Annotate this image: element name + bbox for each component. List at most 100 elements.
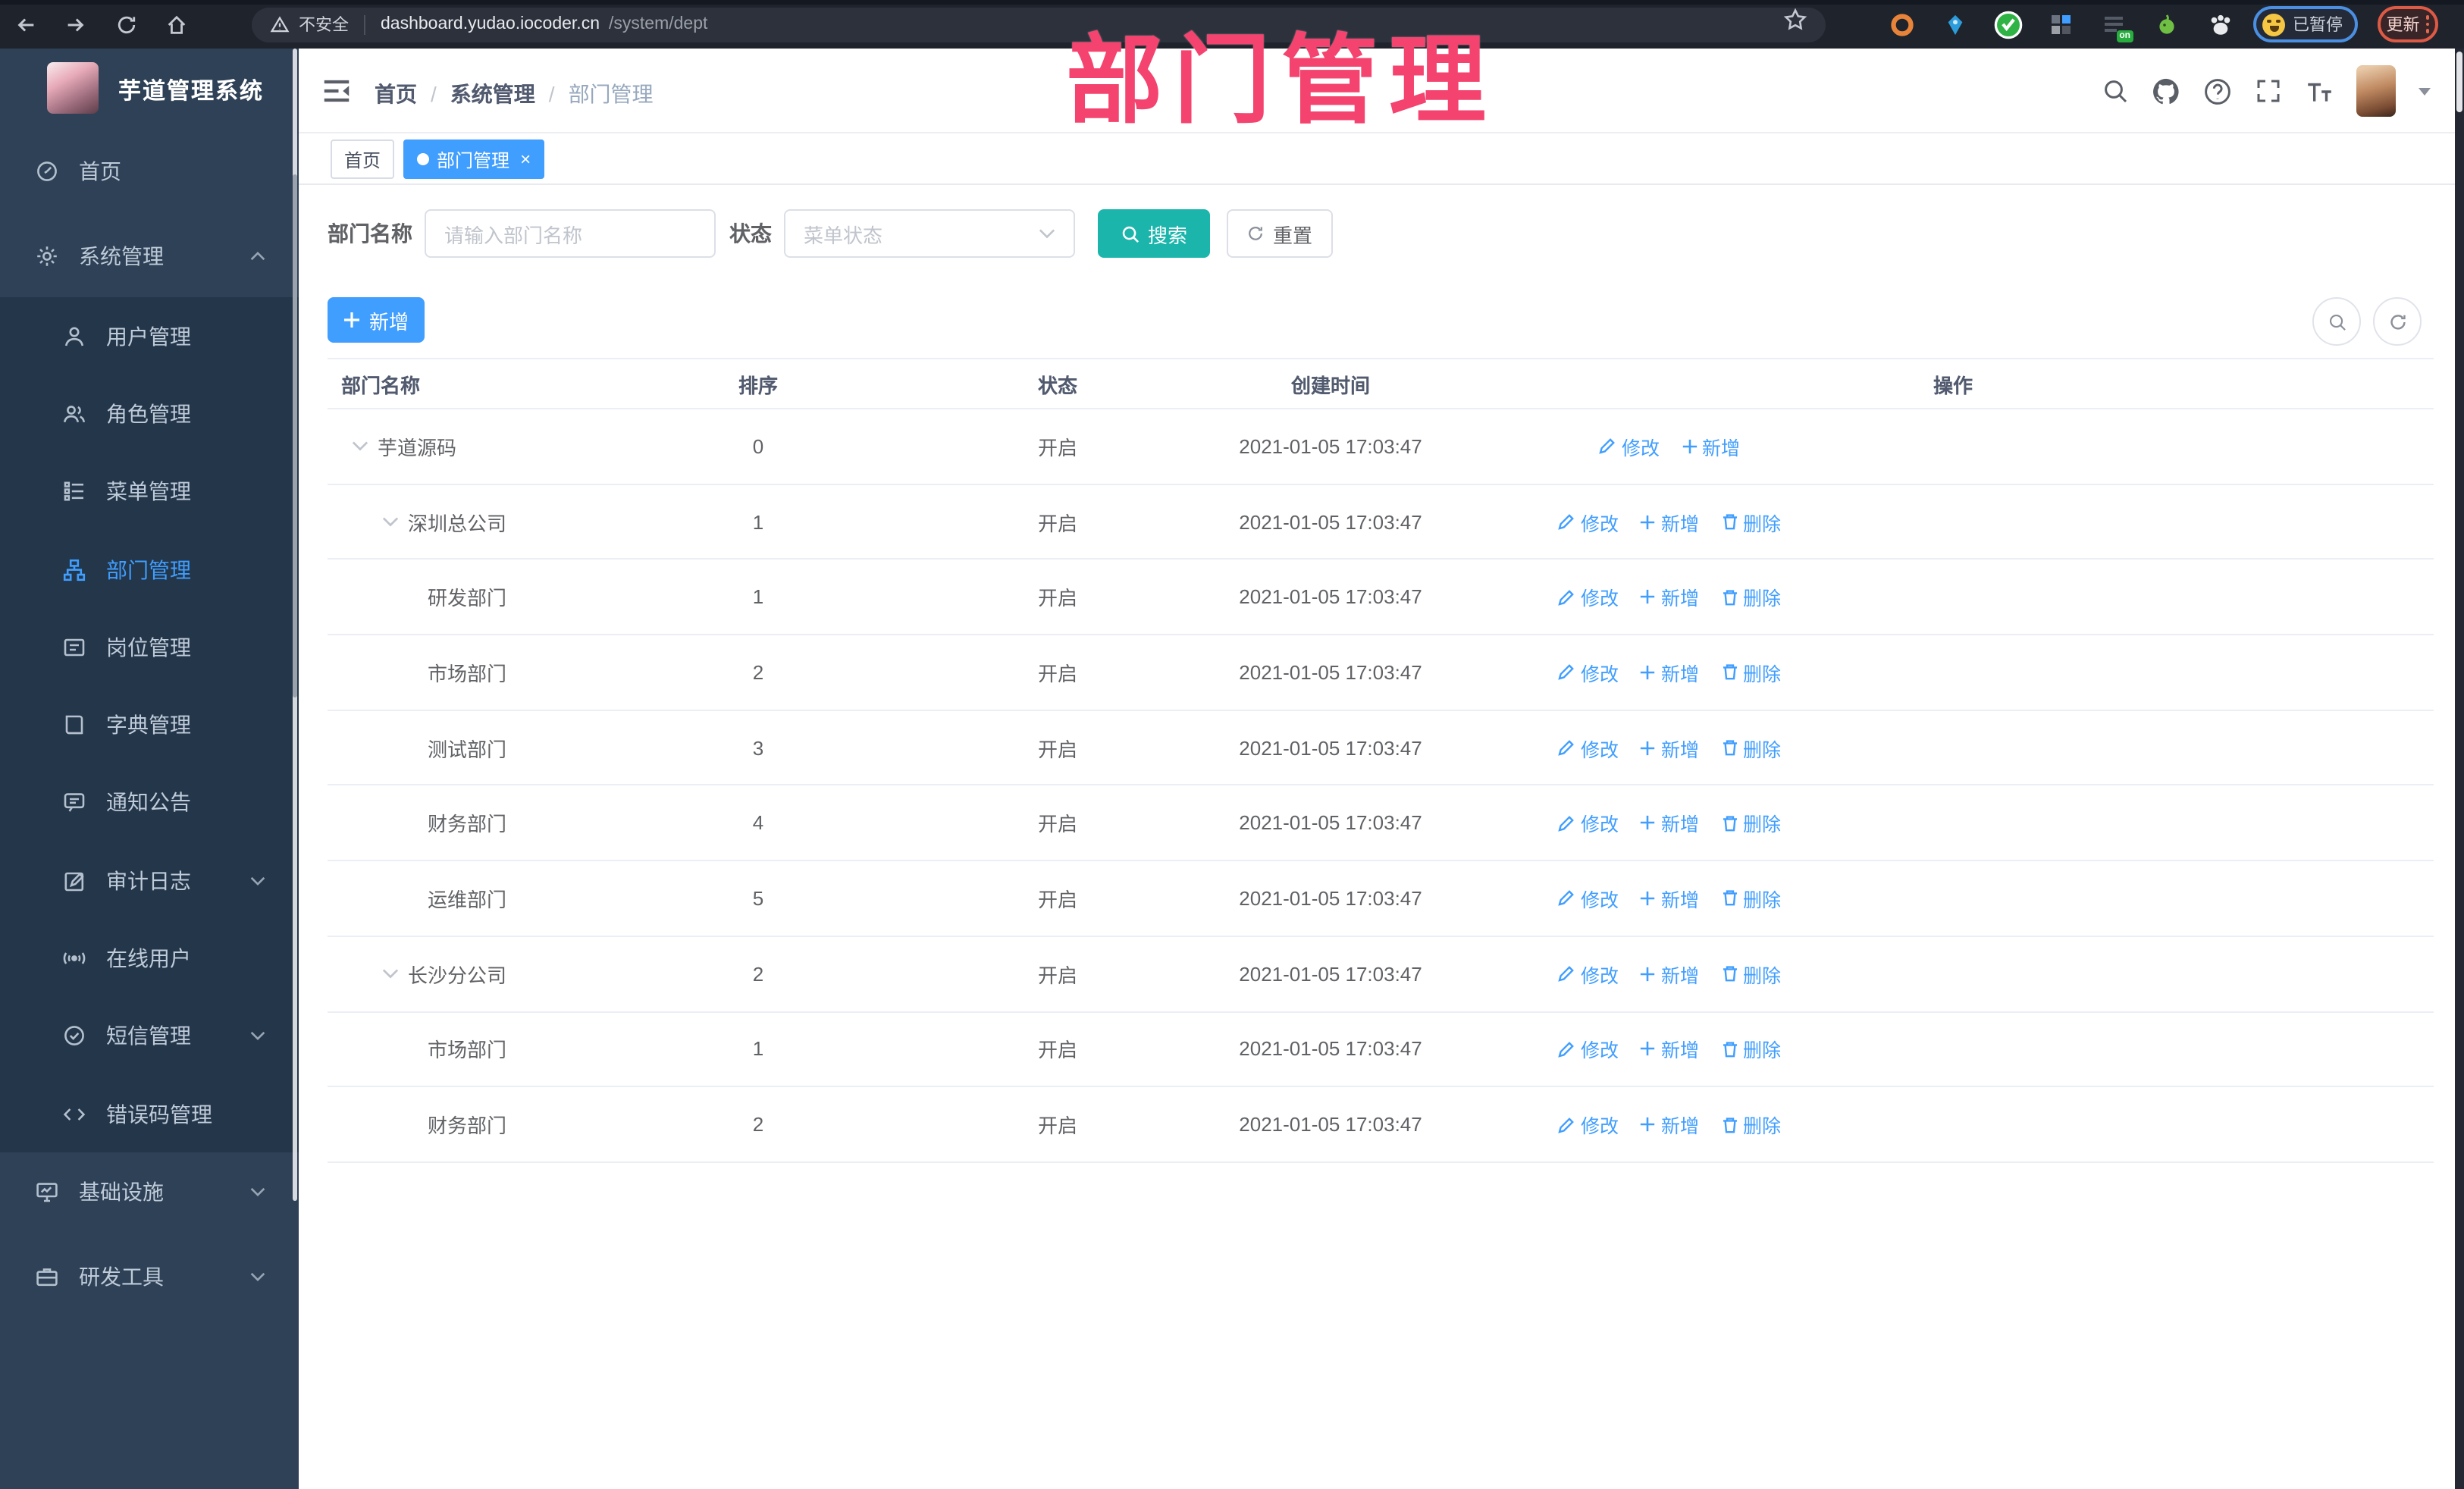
fullscreen-button[interactable]: [2255, 77, 2282, 105]
header-search-button[interactable]: [2102, 77, 2129, 105]
extension-green-creature[interactable]: [2150, 8, 2183, 41]
add-child-link[interactable]: 新增: [1640, 733, 1699, 762]
sidebar-item-online-users[interactable]: 在线用户: [0, 920, 299, 998]
delete-link[interactable]: 删除: [1720, 733, 1781, 762]
tab-home[interactable]: 首页: [331, 139, 395, 179]
extension-orange-ring[interactable]: [1885, 8, 1918, 41]
sidebar-item-departments[interactable]: 部门管理: [0, 531, 299, 609]
browser-update-button[interactable]: 更新: [2378, 6, 2438, 42]
table-toolbar: [2312, 297, 2422, 346]
dept-name-cell: 运维部门: [328, 861, 675, 935]
sidebar-item-error-codes[interactable]: 错误码管理: [0, 1075, 299, 1153]
url-path: /system/dept: [609, 15, 708, 33]
dept-name-cell: 长沙分公司: [328, 937, 675, 1011]
edit-link[interactable]: 修改: [1558, 959, 1619, 988]
sidebar-item-menus[interactable]: 菜单管理: [0, 453, 299, 531]
add-child-link[interactable]: 新增: [1640, 1035, 1699, 1064]
extension-switch-on[interactable]: on: [2097, 8, 2133, 42]
delete-link[interactable]: 删除: [1720, 1035, 1781, 1064]
delete-link[interactable]: 删除: [1720, 884, 1781, 913]
sidebar-item-sms[interactable]: 短信管理: [0, 997, 299, 1075]
search-button[interactable]: 搜索: [1098, 209, 1210, 258]
close-icon[interactable]: ×: [520, 150, 531, 168]
sidebar-item-audit-log[interactable]: 审计日志: [0, 842, 299, 920]
profile-paused-badge[interactable]: 已暂停: [2253, 6, 2358, 42]
edit-link[interactable]: 修改: [1558, 1035, 1619, 1064]
sidebar-scrollbar-thumb[interactable]: [293, 174, 297, 697]
expand-arrow-icon[interactable]: [382, 516, 399, 528]
add-child-link[interactable]: 新增: [1640, 959, 1699, 988]
add-child-link[interactable]: 新增: [1640, 658, 1699, 687]
sidebar-item-infrastructure[interactable]: 基础设施: [0, 1155, 299, 1230]
refresh-table-button[interactable]: [2373, 297, 2422, 346]
add-child-link[interactable]: 新增: [1640, 1110, 1699, 1139]
toggle-search-button[interactable]: [2312, 297, 2361, 346]
add-child-link[interactable]: 新增: [1681, 432, 1740, 461]
dept-name: 芋道源码: [378, 436, 457, 459]
browser-reload-button[interactable]: [108, 6, 144, 42]
edit-link[interactable]: 修改: [1558, 658, 1619, 687]
hamburger-icon: [324, 80, 350, 102]
add-child-link[interactable]: 新增: [1640, 582, 1699, 611]
edit-link[interactable]: 修改: [1558, 1110, 1619, 1139]
extension-blocks[interactable]: [2044, 8, 2077, 41]
add-child-link[interactable]: 新增: [1640, 507, 1699, 536]
delete-link[interactable]: 删除: [1720, 809, 1781, 838]
sidebar-item-users[interactable]: 用户管理: [0, 297, 299, 375]
sidebar-item-roles[interactable]: 角色管理: [0, 375, 299, 453]
browser-home-button[interactable]: [158, 6, 194, 42]
edit-link[interactable]: 修改: [1558, 582, 1619, 611]
delete-link[interactable]: 删除: [1720, 1110, 1781, 1139]
update-label: 更新: [2386, 17, 2420, 35]
sidebar-item-dev-tools[interactable]: 研发工具: [0, 1240, 299, 1315]
sidebar-scrollbar[interactable]: [293, 49, 297, 1201]
edit-link[interactable]: 修改: [1558, 809, 1619, 838]
browser-forward-button[interactable]: [56, 6, 92, 42]
github-button[interactable]: [2152, 77, 2180, 105]
bookmark-star-button[interactable]: [1783, 8, 1807, 32]
edit-link[interactable]: 修改: [1599, 432, 1660, 461]
sidebar-item-notice[interactable]: 通知公告: [0, 764, 299, 842]
table-row: 芋道源码 0 开启 2021-01-05 17:03:47 修改 新增: [328, 409, 2434, 485]
hamburger-button[interactable]: [321, 76, 352, 106]
extension-blue-pin[interactable]: [1938, 8, 1971, 41]
delete-link[interactable]: 删除: [1720, 658, 1781, 687]
expand-arrow-icon[interactable]: [382, 967, 399, 980]
sidebar-item-home[interactable]: 首页: [0, 133, 299, 209]
delete-link[interactable]: 删除: [1720, 582, 1781, 611]
browser-back-button[interactable]: [8, 6, 44, 42]
reset-button[interactable]: 重置: [1227, 209, 1333, 258]
add-child-link[interactable]: 新增: [1640, 809, 1699, 838]
user-avatar[interactable]: [2356, 65, 2396, 117]
sidebar-item-system[interactable]: 系统管理: [0, 218, 299, 294]
chevron-down-icon: [250, 876, 265, 886]
font-size-button[interactable]: [2305, 77, 2334, 105]
caret-down-icon[interactable]: [2419, 87, 2431, 95]
edit-link[interactable]: 修改: [1558, 507, 1619, 536]
status-select[interactable]: 菜单状态: [784, 209, 1075, 258]
scrollbar-thumb[interactable]: [2456, 52, 2462, 112]
address-bar[interactable]: 不安全 dashboard.yudao.iocoder.cn/system/de…: [252, 7, 1826, 42]
sidebar-menu: 首页 系统管理 用户管理 角色管理 菜单管理 部门管理 岗位管理 字典管理 通知…: [0, 133, 299, 1315]
dept-name-input[interactable]: 请输入部门名称: [425, 209, 716, 258]
add-child-link[interactable]: 新增: [1640, 884, 1699, 913]
trash-icon: [1723, 815, 1736, 831]
tab-dept-management[interactable]: 部门管理 ×: [403, 139, 545, 179]
help-button[interactable]: [2203, 77, 2232, 105]
sidebar-item-dict[interactable]: 字典管理: [0, 686, 299, 764]
breadcrumb-system[interactable]: 系统管理: [450, 79, 535, 109]
trash-icon: [1723, 1042, 1736, 1058]
refresh-icon: [2390, 314, 2405, 329]
extension-paw[interactable]: [2203, 8, 2237, 41]
delete-link[interactable]: 删除: [1720, 959, 1781, 988]
window-scrollbar[interactable]: [2455, 49, 2464, 1489]
edit-link[interactable]: 修改: [1558, 733, 1619, 762]
expand-arrow-icon[interactable]: [352, 440, 368, 453]
extension-green-check[interactable]: [1991, 8, 2024, 41]
add-button[interactable]: 新增: [328, 297, 425, 343]
edit-link[interactable]: 修改: [1558, 884, 1619, 913]
book-icon: [65, 715, 83, 735]
breadcrumb-home[interactable]: 首页: [375, 79, 417, 109]
delete-link[interactable]: 删除: [1720, 507, 1781, 536]
sidebar-item-posts[interactable]: 岗位管理: [0, 608, 299, 686]
